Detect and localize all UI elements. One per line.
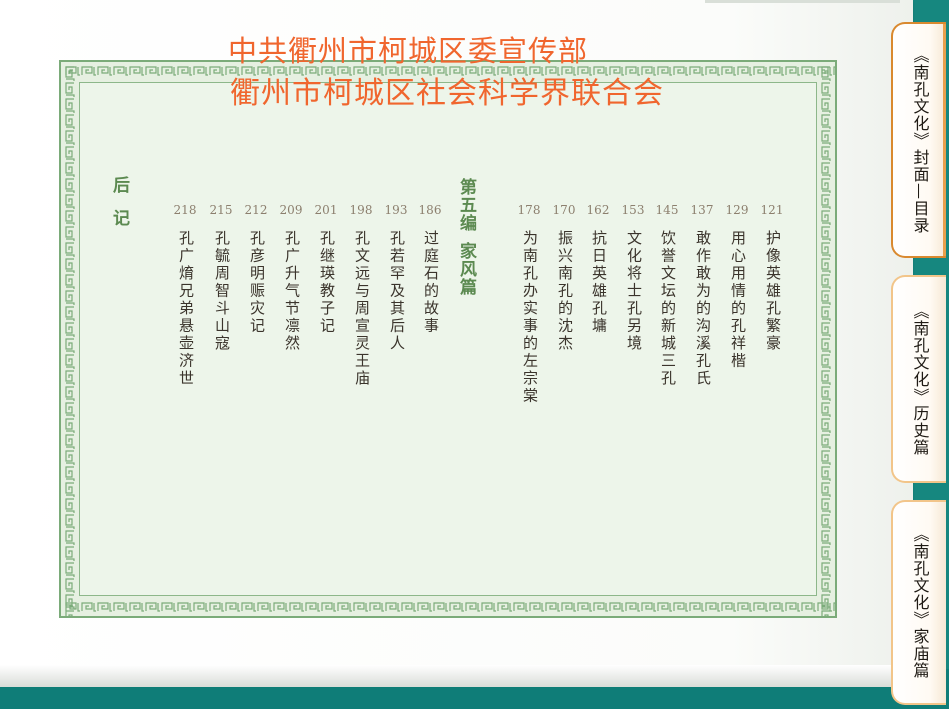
toc-entry[interactable]: 198 孔文远与周宣灵王庙 [350,203,373,388]
toc-entry[interactable]: 212 孔彦明赈灾记 [245,203,268,335]
toc-entry[interactable]: 209 孔广升气节凛然 [280,203,303,353]
afterword-heading[interactable]: 后记 [107,176,132,242]
toc-title: 孔毓周智斗山寇 [213,230,231,353]
toc-title: 孔继瑛教子记 [318,230,336,335]
toc-page-number: 145 [655,203,679,217]
toc-title: 孔文远与周宣灵王庙 [353,230,371,388]
toc-page-number: 193 [384,203,408,217]
toc-page-number: 162 [586,203,610,217]
toc-entry[interactable]: 218 孔广焴兄弟悬壶济世 [174,203,197,388]
toc-title: 抗日英雄孔墉 [590,230,608,335]
fret-border-left [65,66,75,616]
tab-family-temple[interactable]: 《南孔文化》家庙篇 [891,500,946,705]
toc-page-number: 198 [349,203,373,217]
toc-page-number: 215 [209,203,233,217]
toc-page-number: 218 [173,203,197,217]
toc-title: 孔广焴兄弟悬壶济世 [177,230,195,388]
toc-title: 护像英雄孔繁豪 [764,230,782,353]
toc-page-number: 178 [517,203,541,217]
section-name: 家风篇 [456,242,476,296]
tab-label: 《南孔文化》封面—目录 [910,46,930,234]
toc-title: 振兴南孔的沈杰 [556,230,574,353]
toc-title: 用心用情的孔祥楷 [729,230,747,370]
toc-page-number: 186 [418,203,442,217]
toc-entry[interactable]: 193 孔若罕及其后人 [385,203,408,353]
toc-entry[interactable]: 170 振兴南孔的沈杰 [553,203,576,353]
toc-title: 孔若罕及其后人 [388,230,406,353]
toc-title: 过庭石的故事 [422,230,440,335]
toc-page-number: 121 [760,203,784,217]
toc-entry[interactable]: 162 抗日英雄孔墉 [587,203,610,335]
fret-border-bottom [65,602,835,612]
fret-border-right [821,66,831,616]
page-curl [0,665,913,687]
tab-label: 《南孔文化》家庙篇 [910,526,930,679]
tab-history[interactable]: 《南孔文化》历史篇 [891,275,946,483]
toc-entry[interactable]: 178 为南孔办实事的左宗棠 [518,203,541,405]
toc-title: 文化将士孔另境 [625,230,643,353]
toc-title: 饮誉文坛的新城三孔 [659,230,677,388]
toc-title: 孔广升气节凛然 [283,230,301,353]
toc-entry[interactable]: 201 孔继瑛教子记 [315,203,338,335]
tab-cover-contents[interactable]: 《南孔文化》封面—目录 [891,22,946,258]
toc-entry[interactable]: 145 饮誉文坛的新城三孔 [656,203,679,388]
toc-page-number: 153 [621,203,645,217]
top-divider [705,0,900,3]
toc-page-number: 201 [314,203,338,217]
tab-label: 《南孔文化》历史篇 [910,302,930,456]
toc-entry[interactable]: 186 过庭石的故事 [419,203,442,335]
toc-entry[interactable]: 153 文化将士孔另境 [622,203,645,353]
org-title-2: 衢州市柯城区社会科学界联合会 [230,76,664,111]
toc-page-number: 137 [690,203,714,217]
toc-entry[interactable]: 129 用心用情的孔祥楷 [726,203,749,370]
toc-title: 孔彦明赈灾记 [248,230,266,335]
book-page: 中共衢州市柯城区委宣传部 衢州市柯城区社会科学界联合会 121 护像英雄孔繁豪 … [0,0,913,684]
section-number: 第五编 [456,178,476,232]
toc-page-number: 209 [279,203,303,217]
toc-entry[interactable]: 121 护像英雄孔繁豪 [761,203,784,353]
toc-title: 敢作敢为的沟溪孔氏 [694,230,712,388]
toc-title: 为南孔办实事的左宗棠 [521,230,539,405]
section-heading: 第五编家风篇 [454,178,479,296]
toc-entry[interactable]: 137 敢作敢为的沟溪孔氏 [691,203,714,388]
toc-page-number: 212 [244,203,268,217]
toc-entry[interactable]: 215 孔毓周智斗山寇 [210,203,233,353]
toc-page-number: 170 [552,203,576,217]
org-title-1: 中共衢州市柯城区委宣传部 [228,34,589,68]
toc-page-number: 129 [725,203,749,217]
